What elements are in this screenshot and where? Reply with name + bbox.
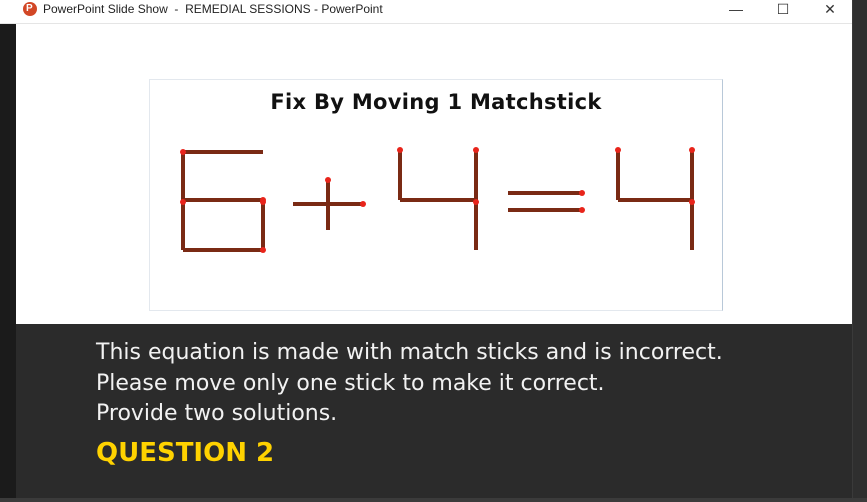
matchstick-puzzle-image: Fix By Moving 1 Matchstick: [149, 79, 723, 311]
digit-four-left: [397, 147, 479, 250]
digit-six: [180, 149, 266, 253]
caption-panel: This equation is made with match sticks …: [16, 324, 852, 498]
title-bar[interactable]: P PowerPoint Slide Show - REMEDIAL SESSI…: [0, 0, 852, 24]
minimize-button[interactable]: —: [713, 0, 759, 18]
question-label: QUESTION 2: [96, 438, 275, 468]
equals-sign: [508, 190, 585, 213]
caption-line-1: This equation is made with match sticks …: [96, 340, 723, 365]
left-border: [0, 24, 16, 498]
plus-sign: [293, 177, 366, 230]
window-title: PowerPoint Slide Show - REMEDIAL SESSION…: [43, 2, 383, 16]
right-border: [853, 0, 867, 498]
caption-line-3: Provide two solutions.: [96, 401, 338, 426]
powerpoint-app-icon: P: [23, 2, 37, 16]
matchstick-equation: [180, 147, 695, 253]
taskbar-edge: [0, 498, 867, 502]
caption-line-2: Please move only one stick to make it co…: [96, 371, 605, 396]
close-button[interactable]: ✕: [807, 0, 853, 18]
maximize-button[interactable]: ☐: [760, 0, 806, 18]
digit-four-right: [615, 147, 695, 250]
powerpoint-window: P PowerPoint Slide Show - REMEDIAL SESSI…: [0, 0, 853, 498]
